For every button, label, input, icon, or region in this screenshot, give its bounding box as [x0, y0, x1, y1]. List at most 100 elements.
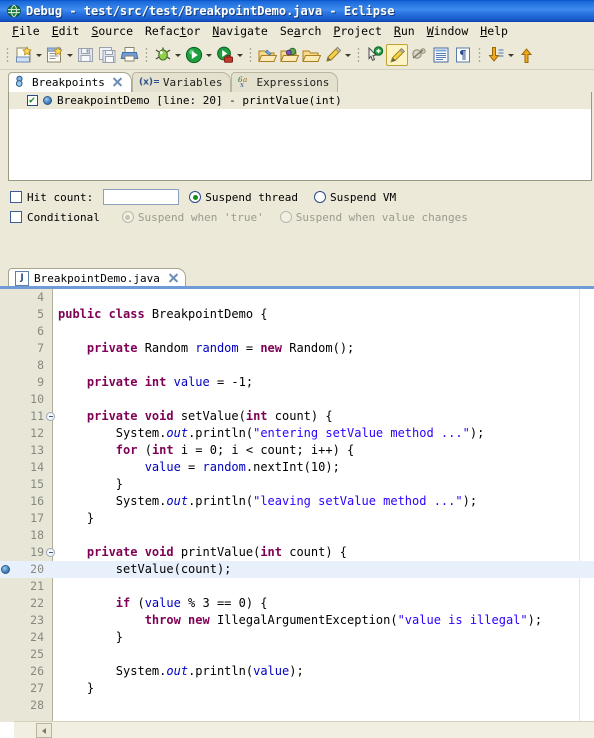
svg-text:x: x [240, 81, 244, 87]
previous-annotation-icon[interactable] [485, 44, 507, 66]
line-number: 19 [30, 545, 44, 559]
fold-collapse-icon[interactable] [46, 548, 55, 557]
close-icon[interactable] [168, 273, 179, 284]
toolbar-grip[interactable] [4, 46, 11, 64]
quick-fix-pencil-icon[interactable] [322, 44, 344, 66]
code-line[interactable]: 26 System.out.println(value); [0, 663, 594, 680]
editor-tab-breakpointdemo[interactable]: J BreakpointDemo.java [8, 268, 186, 288]
menu-refactor-mnemonic: t [179, 24, 187, 38]
previous-annotation-dropdown-arrow[interactable] [507, 44, 516, 66]
fold-collapse-icon[interactable] [46, 412, 55, 421]
variables-icon: (x)= [139, 75, 161, 90]
menu-refactor-post: or [186, 24, 201, 38]
toggle-mark-occurrences-icon[interactable] [386, 44, 408, 66]
debug-view-tabstrip: Breakpoints (x)= Variables 6 a x Express… [0, 70, 594, 92]
code-line[interactable]: 25 [0, 646, 594, 663]
menu-file-mnemonic: F [12, 24, 19, 38]
code-line[interactable]: 18 [0, 527, 594, 544]
run-dropdown-arrow[interactable] [205, 44, 214, 66]
menu-edit[interactable]: Edit [46, 23, 86, 39]
print-icon[interactable] [119, 44, 141, 66]
code-line[interactable]: 6 [0, 323, 594, 340]
code-line[interactable]: 10 [0, 391, 594, 408]
suspend-vm-radio[interactable] [313, 191, 326, 203]
menu-source[interactable]: Source [85, 23, 139, 39]
menu-run[interactable]: Run [388, 23, 421, 39]
scroll-left-arrow[interactable] [36, 722, 52, 738]
open-resource-icon[interactable] [300, 44, 322, 66]
suspend-thread-radio[interactable] [189, 191, 202, 203]
code-line[interactable]: 24 } [0, 629, 594, 646]
toolbar-grip-5[interactable] [476, 46, 483, 64]
menu-project[interactable]: Project [327, 23, 387, 39]
code-line[interactable]: 11 private void setValue(int count) { [0, 408, 594, 425]
tab-breakpoints[interactable]: Breakpoints [8, 72, 132, 92]
new-java-class-icon[interactable] [44, 44, 66, 66]
skip-breakpoints-icon[interactable] [408, 44, 430, 66]
code-line[interactable]: 13 for (int i = 0; i < count; i++) { [0, 442, 594, 459]
menu-search[interactable]: Search [274, 23, 328, 39]
toolbar-grip-2[interactable] [143, 46, 150, 64]
code-line[interactable]: 27 } [0, 680, 594, 697]
menu-help-rest: elp [487, 24, 508, 38]
code-token: throw new [144, 613, 210, 627]
code-token: printValue( [173, 545, 261, 559]
tab-variables[interactable]: (x)= Variables [131, 72, 232, 92]
code-token: % 3 == 0) { [180, 596, 268, 610]
code-line[interactable]: 4 [0, 289, 594, 306]
code-editor[interactable]: 4 5 public class BreakpointDemo {6 7 privat… [0, 288, 594, 738]
code-line[interactable]: 12 System.out.println("entering setValue… [0, 425, 594, 442]
code-line-text: private void setValue(int count) { [58, 408, 594, 425]
code-line[interactable]: 17 } [0, 510, 594, 527]
toolbar-grip-3[interactable] [247, 46, 254, 64]
debug-bug-icon[interactable] [152, 44, 174, 66]
new-java-class-dropdown-arrow[interactable] [66, 44, 75, 66]
run-play-icon[interactable] [183, 44, 205, 66]
code-line[interactable]: 9 private int value = -1; [0, 374, 594, 391]
breakpoint-list-item[interactable]: ✔ BreakpointDemo [line: 20] - printValue… [9, 92, 591, 109]
save-all-icon[interactable] [97, 44, 119, 66]
menu-refactor[interactable]: Refactor [139, 23, 206, 39]
tab-expressions[interactable]: 6 a x Expressions [231, 72, 339, 92]
show-whitespace-icon[interactable] [430, 44, 452, 66]
menu-file[interactable]: File [6, 23, 46, 39]
new-wizard-icon[interactable] [13, 44, 35, 66]
code-line[interactable]: 8 [0, 357, 594, 374]
quick-fix-dropdown-arrow[interactable] [344, 44, 353, 66]
pilcrow-icon[interactable]: ¶ [452, 44, 474, 66]
breakpoint-marker-icon[interactable] [1, 565, 10, 574]
code-token: ); [469, 426, 485, 440]
code-line[interactable]: 19 private void printValue(int count) { [0, 544, 594, 561]
code-line[interactable]: 23 throw new IllegalArgumentException("v… [0, 612, 594, 629]
code-line[interactable]: 28 [0, 697, 594, 714]
menu-navigate[interactable]: Navigate [206, 23, 273, 39]
horizontal-scrollbar[interactable] [14, 721, 594, 738]
toolbar-grip-4[interactable] [355, 46, 362, 64]
breakpoints-list[interactable]: ✔ BreakpointDemo [line: 20] - printValue… [8, 92, 592, 181]
code-line[interactable]: 14 value = random.nextInt(10); [0, 459, 594, 476]
code-line[interactable]: 16 System.out.println("leaving setValue … [0, 493, 594, 510]
save-icon[interactable] [75, 44, 97, 66]
code-line[interactable]: 20 setValue(count); [0, 561, 594, 578]
title-bar: Debug - test/src/test/BreakpointDemo.jav… [0, 0, 594, 22]
debug-dropdown-arrow[interactable] [174, 44, 183, 66]
close-icon[interactable] [112, 77, 123, 88]
code-line[interactable]: 5 public class BreakpointDemo { [0, 306, 594, 323]
next-annotation-up-icon[interactable] [516, 44, 538, 66]
hit-count-input[interactable] [103, 189, 180, 205]
code-line[interactable]: 7 private Random random = new Random(); [0, 340, 594, 357]
conditional-checkbox[interactable] [10, 211, 22, 223]
menu-help[interactable]: Help [474, 23, 514, 39]
next-annotation-icon[interactable] [364, 44, 386, 66]
code-line[interactable]: 22 if (value % 3 == 0) { [0, 595, 594, 612]
open-type-icon[interactable] [256, 44, 278, 66]
external-tools-icon[interactable] [214, 44, 236, 66]
menu-window[interactable]: Window [421, 23, 475, 39]
new-wizard-dropdown-arrow[interactable] [35, 44, 44, 66]
external-tools-dropdown-arrow[interactable] [236, 44, 245, 66]
code-line[interactable]: 21 [0, 578, 594, 595]
hit-count-checkbox[interactable] [10, 191, 22, 203]
open-task-icon[interactable] [278, 44, 300, 66]
breakpoint-enabled-checkbox[interactable]: ✔ [27, 95, 38, 106]
code-line[interactable]: 15 } [0, 476, 594, 493]
